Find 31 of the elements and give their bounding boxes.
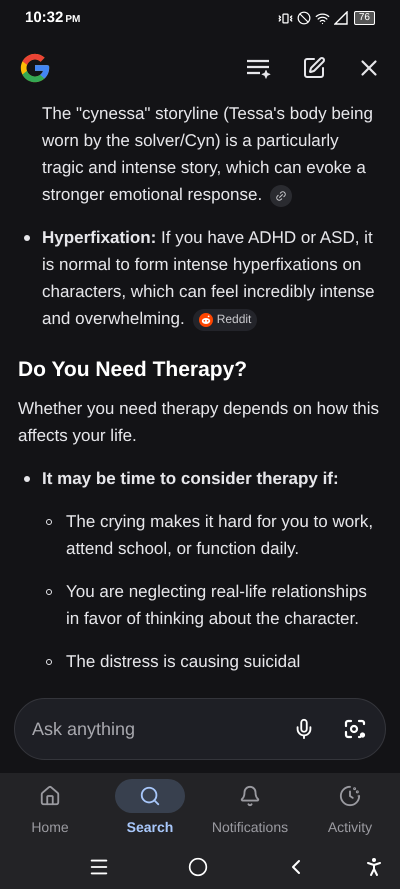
wifi-icon	[314, 10, 330, 26]
link-chip[interactable]	[270, 184, 292, 207]
bullet-text: Hyperfixation: If you have ADHD or ASD, it is normal to form intense hyperfixations on characters, which can feel incredibly intense and overwhelming. Reddit	[42, 224, 382, 332]
battery-indicator: 76	[354, 11, 375, 25]
answer-paragraph: The "cynessa" storyline (Tessa's body being worn by the solver/Cyn) is a particularly tragic and intense story, which can evoke a stronger emotional response.	[18, 100, 382, 208]
nav-tab[interactable]: Home	[0, 779, 100, 845]
do-not-disturb-icon	[296, 11, 311, 25]
signal-icon	[334, 11, 348, 25]
bullet-text: The distress is causing suicidal	[66, 651, 300, 673]
source-chip[interactable]: Reddit	[192, 308, 258, 331]
search-icon	[139, 785, 161, 807]
nav-tab[interactable]: Notifications	[200, 779, 300, 845]
status-time: 10:32 PM	[25, 8, 80, 28]
bullet-text: The crying makes it hard for you to work, attend school, or function daily.	[66, 511, 374, 560]
ask-input[interactable]: Ask anything	[32, 716, 293, 742]
vibrate-icon	[278, 10, 293, 26]
alien-icon	[198, 312, 213, 327]
google-logo	[18, 51, 52, 85]
answer-paragraph: Whether you need therapy depends on how this affects your life.	[18, 398, 380, 447]
bell-icon	[239, 785, 261, 807]
bullet-text: It may be time to consider therapy if:	[42, 468, 339, 490]
home-icon	[39, 785, 61, 807]
home-circle-icon[interactable]	[188, 857, 208, 877]
nav-tab[interactable]: Activity	[300, 779, 400, 845]
edit-icon[interactable]	[302, 56, 326, 80]
nav-tab[interactable]: Search	[100, 779, 200, 845]
bullet-text: You are neglecting real-life relationships in favor of thinking about the character.	[66, 581, 368, 630]
camera-lens-icon[interactable]	[343, 717, 367, 741]
ask-field[interactable]: Ask anything	[14, 698, 386, 760]
section-heading: Do You Need Therapy?	[18, 357, 248, 383]
dashed-clock-icon	[339, 785, 361, 807]
